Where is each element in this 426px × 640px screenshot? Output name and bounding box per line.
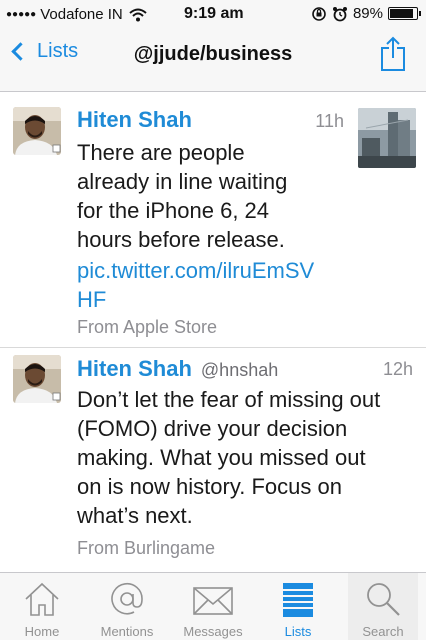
tweet-source: From Burlingame <box>77 538 216 558</box>
home-icon <box>25 582 59 616</box>
tweet-item[interactable]: Hiten Shah @hnshah 12h Don’t let the fea… <box>0 348 426 568</box>
tab-home[interactable]: Home <box>7 573 77 640</box>
tab-lists[interactable]: Lists <box>263 573 333 640</box>
envelope-icon <box>193 587 233 615</box>
media-thumbnail[interactable] <box>358 108 416 168</box>
tweet-timestamp: 12h <box>382 359 413 379</box>
page-title: @jjude/business <box>133 43 293 65</box>
tweet-text-line: (FOMO) drive your decision <box>77 416 348 441</box>
tweet-text-line: Don’t let the fear of missing out <box>77 387 381 412</box>
tweet-item[interactable]: Hiten Shah 11h There are people already … <box>0 93 426 348</box>
avatar[interactable] <box>13 355 61 403</box>
tab-label: Mentions <box>100 624 154 639</box>
tweet-text-line: what’s next. <box>77 503 193 528</box>
battery-icon <box>388 7 421 20</box>
tweet-author-name[interactable]: Hiten Shah <box>77 356 192 382</box>
tab-label: Home <box>24 624 60 639</box>
tweet-text: Don’t let the fear of missing out (FOMO)… <box>77 385 417 530</box>
share-icon[interactable] <box>380 36 406 72</box>
tweet-text-line: for the iPhone 6, 24 <box>77 198 270 223</box>
alarm-icon <box>332 6 347 21</box>
tweet-text-line: making. What you missed out <box>77 445 366 470</box>
tweet-link[interactable]: pic.twitter.com/ilruEmSV HF <box>77 256 314 314</box>
tab-mentions[interactable]: Mentions <box>92 573 162 640</box>
status-time: 9:19 am <box>184 5 244 22</box>
tweet-author-name[interactable]: Hiten Shah <box>77 107 192 133</box>
search-icon <box>367 583 400 616</box>
carrier-label: Vodafone IN <box>40 6 123 23</box>
avatar[interactable] <box>13 107 61 155</box>
tweet-source: From Apple Store <box>77 317 218 337</box>
tab-bar: Home Mentions Messages Lists Search <box>0 572 426 640</box>
signal-strength-icon: ●●●●● <box>6 9 37 20</box>
tab-label: Lists <box>284 624 312 639</box>
battery-level-fill <box>390 9 414 18</box>
tab-label: Messages <box>183 624 243 639</box>
tab-messages[interactable]: Messages <box>178 573 248 640</box>
battery-percentage: 89% <box>352 5 383 22</box>
tweet-link-line[interactable]: HF <box>77 285 314 314</box>
tweet-text-line: already in line waiting <box>77 169 288 194</box>
tweet-link-line[interactable]: pic.twitter.com/ilruEmSV <box>77 256 314 285</box>
tweet-timestamp: 11h <box>315 111 344 131</box>
tweet-text-line: There are people <box>77 140 245 165</box>
tweet-text: There are people already in line waiting… <box>77 138 287 254</box>
rotation-lock-icon <box>312 6 326 21</box>
tab-label: Search <box>362 624 404 639</box>
wifi-icon <box>129 8 147 21</box>
status-bar: ●●●●● Vodafone IN 9:19 am 89% <box>0 0 426 30</box>
tab-search[interactable]: Search <box>348 573 418 640</box>
tweet-text-line: on is now history. Focus on <box>77 474 342 499</box>
tweet-author-handle[interactable]: @hnshah <box>201 360 278 381</box>
tweet-text-line: hours before release. <box>77 227 285 252</box>
list-icon <box>283 583 313 617</box>
at-icon <box>111 582 143 615</box>
